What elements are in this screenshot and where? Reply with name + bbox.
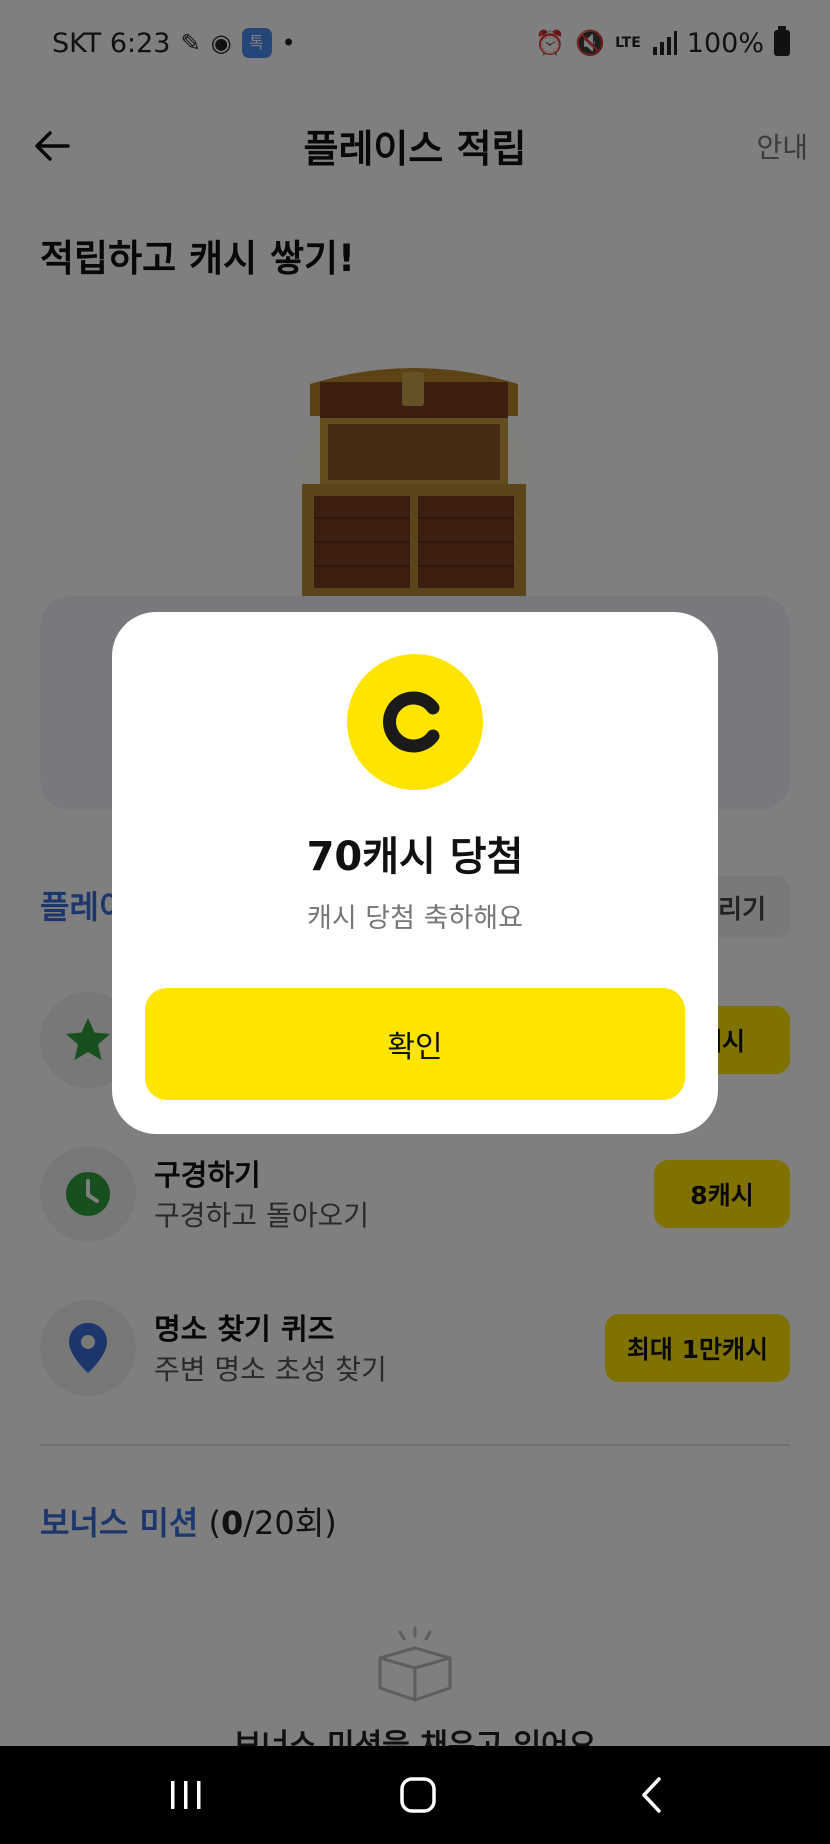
confirm-button[interactable]: 확인 [145, 988, 685, 1100]
reward-dialog: 70캐시 당첨 캐시 당첨 축하해요 확인 [112, 612, 718, 1134]
dialog-title: 70캐시 당첨 [306, 834, 524, 880]
system-nav-bar [0, 1746, 830, 1844]
dialog-subtitle: 캐시 당첨 축하해요 [307, 903, 523, 934]
coin-letter-c [383, 691, 440, 753]
back-nav-icon[interactable] [622, 1768, 682, 1822]
cash-coin-icon [347, 654, 483, 790]
home-icon[interactable] [388, 1768, 448, 1822]
recent-apps-icon[interactable] [156, 1768, 216, 1822]
